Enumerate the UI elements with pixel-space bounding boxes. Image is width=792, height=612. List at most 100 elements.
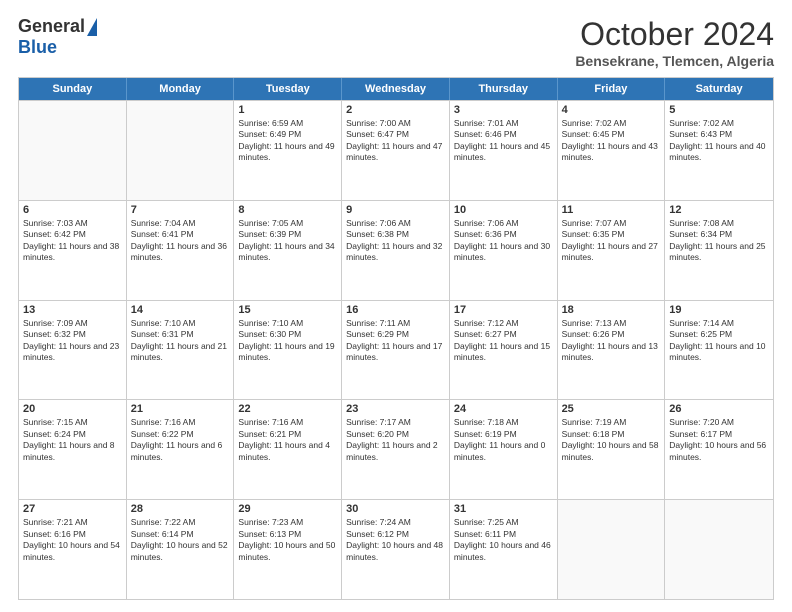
- cal-cell: 7 Sunrise: 7:04 AM Sunset: 6:41 PM Daylig…: [127, 201, 235, 300]
- logo-general-text: General: [18, 16, 85, 37]
- cell-info: Sunrise: 7:01 AM Sunset: 6:46 PM Dayligh…: [454, 118, 553, 164]
- cell-info: Sunrise: 7:20 AM Sunset: 6:17 PM Dayligh…: [669, 417, 769, 463]
- cell-info: Sunrise: 7:02 AM Sunset: 6:45 PM Dayligh…: [562, 118, 661, 164]
- day-number: 11: [562, 204, 661, 216]
- week-row-2: 6Sunrise: 7:03 AM Sunset: 6:42 PM Daylig…: [19, 200, 773, 300]
- day-number: 30: [346, 503, 445, 515]
- cal-cell: 6Sunrise: 7:03 AM Sunset: 6:42 PM Daylig…: [19, 201, 127, 300]
- day-number: 28: [131, 503, 230, 515]
- cell-info: Sunrise: 7:15 AM Sunset: 6:24 PM Dayligh…: [23, 417, 122, 463]
- day-number: 7: [131, 204, 230, 216]
- day-number: 15: [238, 304, 337, 316]
- day-number: 23: [346, 403, 445, 415]
- cell-info: Sunrise: 7:00 AM Sunset: 6:47 PM Dayligh…: [346, 118, 445, 164]
- header-day-sunday: Sunday: [19, 78, 127, 100]
- cell-info: Sunrise: 7:06 AM Sunset: 6:38 PM Dayligh…: [346, 218, 445, 264]
- header-day-thursday: Thursday: [450, 78, 558, 100]
- cal-cell: 17 Sunrise: 7:12 AM Sunset: 6:27 PM Dayli…: [450, 301, 558, 400]
- day-number: 24: [454, 403, 553, 415]
- day-number: 3: [454, 104, 553, 116]
- day-number: 17: [454, 304, 553, 316]
- cal-cell: [19, 101, 127, 200]
- day-number: 16: [346, 304, 445, 316]
- logo-blue-text: Blue: [18, 37, 57, 58]
- location-subtitle: Bensekrane, Tlemcen, Algeria: [575, 53, 774, 69]
- cal-cell: 28 Sunrise: 7:22 AM Sunset: 6:14 PM Dayli…: [127, 500, 235, 599]
- calendar: SundayMondayTuesdayWednesdayThursdayFrid…: [18, 77, 774, 600]
- day-number: 31: [454, 503, 553, 515]
- cell-info: Sunrise: 7:17 AM Sunset: 6:20 PM Dayligh…: [346, 417, 445, 463]
- cal-cell: 29Sunrise: 7:23 AM Sunset: 6:13 PM Dayli…: [234, 500, 342, 599]
- day-number: 1: [238, 104, 337, 116]
- cell-info: Sunrise: 7:24 AM Sunset: 6:12 PM Dayligh…: [346, 517, 445, 563]
- cal-cell: 18 Sunrise: 7:13 AM Sunset: 6:26 PM Dayli…: [558, 301, 666, 400]
- calendar-body: 1 Sunrise: 6:59 AM Sunset: 6:49 PM Daylig…: [19, 100, 773, 599]
- day-number: 8: [238, 204, 337, 216]
- header-day-tuesday: Tuesday: [234, 78, 342, 100]
- cell-info: Sunrise: 7:10 AM Sunset: 6:31 PM Dayligh…: [131, 318, 230, 364]
- cell-info: Sunrise: 7:14 AM Sunset: 6:25 PM Dayligh…: [669, 318, 769, 364]
- day-number: 20: [23, 403, 122, 415]
- header-day-saturday: Saturday: [665, 78, 773, 100]
- week-row-5: 27 Sunrise: 7:21 AM Sunset: 6:16 PM Dayli…: [19, 499, 773, 599]
- header: General Blue October 2024 Bensekrane, Tl…: [18, 16, 774, 69]
- week-row-1: 1 Sunrise: 6:59 AM Sunset: 6:49 PM Daylig…: [19, 100, 773, 200]
- cal-cell: 8 Sunrise: 7:05 AM Sunset: 6:39 PM Daylig…: [234, 201, 342, 300]
- cal-cell: 30 Sunrise: 7:24 AM Sunset: 6:12 PM Dayli…: [342, 500, 450, 599]
- cal-cell: 26 Sunrise: 7:20 AM Sunset: 6:17 PM Dayli…: [665, 400, 773, 499]
- day-number: 21: [131, 403, 230, 415]
- day-number: 25: [562, 403, 661, 415]
- cal-cell: 1 Sunrise: 6:59 AM Sunset: 6:49 PM Daylig…: [234, 101, 342, 200]
- cell-info: Sunrise: 7:12 AM Sunset: 6:27 PM Dayligh…: [454, 318, 553, 364]
- day-number: 29: [238, 503, 337, 515]
- cal-cell: 19 Sunrise: 7:14 AM Sunset: 6:25 PM Dayli…: [665, 301, 773, 400]
- cal-cell: [665, 500, 773, 599]
- day-number: 26: [669, 403, 769, 415]
- cell-info: Sunrise: 7:05 AM Sunset: 6:39 PM Dayligh…: [238, 218, 337, 264]
- day-number: 10: [454, 204, 553, 216]
- day-number: 19: [669, 304, 769, 316]
- cell-info: Sunrise: 7:18 AM Sunset: 6:19 PM Dayligh…: [454, 417, 553, 463]
- day-number: 13: [23, 304, 122, 316]
- cal-cell: 5 Sunrise: 7:02 AM Sunset: 6:43 PM Daylig…: [665, 101, 773, 200]
- cal-cell: 13Sunrise: 7:09 AM Sunset: 6:32 PM Dayli…: [19, 301, 127, 400]
- header-day-monday: Monday: [127, 78, 235, 100]
- logo: General Blue: [18, 16, 97, 58]
- cal-cell: [558, 500, 666, 599]
- cell-info: Sunrise: 7:02 AM Sunset: 6:43 PM Dayligh…: [669, 118, 769, 164]
- day-number: 14: [131, 304, 230, 316]
- cal-cell: 24 Sunrise: 7:18 AM Sunset: 6:19 PM Dayli…: [450, 400, 558, 499]
- day-number: 4: [562, 104, 661, 116]
- cell-info: Sunrise: 7:13 AM Sunset: 6:26 PM Dayligh…: [562, 318, 661, 364]
- cal-cell: 15 Sunrise: 7:10 AM Sunset: 6:30 PM Dayli…: [234, 301, 342, 400]
- cell-info: Sunrise: 7:22 AM Sunset: 6:14 PM Dayligh…: [131, 517, 230, 563]
- cal-cell: 22Sunrise: 7:16 AM Sunset: 6:21 PM Dayli…: [234, 400, 342, 499]
- week-row-4: 20 Sunrise: 7:15 AM Sunset: 6:24 PM Dayli…: [19, 399, 773, 499]
- cell-info: Sunrise: 7:25 AM Sunset: 6:11 PM Dayligh…: [454, 517, 553, 563]
- cell-info: Sunrise: 7:21 AM Sunset: 6:16 PM Dayligh…: [23, 517, 122, 563]
- cell-info: Sunrise: 7:04 AM Sunset: 6:41 PM Dayligh…: [131, 218, 230, 264]
- header-day-friday: Friday: [558, 78, 666, 100]
- day-number: 9: [346, 204, 445, 216]
- cal-cell: 25Sunrise: 7:19 AM Sunset: 6:18 PM Dayli…: [558, 400, 666, 499]
- cell-info: Sunrise: 7:10 AM Sunset: 6:30 PM Dayligh…: [238, 318, 337, 364]
- calendar-header: SundayMondayTuesdayWednesdayThursdayFrid…: [19, 78, 773, 100]
- day-number: 5: [669, 104, 769, 116]
- header-day-wednesday: Wednesday: [342, 78, 450, 100]
- week-row-3: 13Sunrise: 7:09 AM Sunset: 6:32 PM Dayli…: [19, 300, 773, 400]
- cell-info: Sunrise: 7:06 AM Sunset: 6:36 PM Dayligh…: [454, 218, 553, 264]
- cal-cell: 4 Sunrise: 7:02 AM Sunset: 6:45 PM Daylig…: [558, 101, 666, 200]
- cal-cell: 20 Sunrise: 7:15 AM Sunset: 6:24 PM Dayli…: [19, 400, 127, 499]
- day-number: 27: [23, 503, 122, 515]
- cell-info: Sunrise: 6:59 AM Sunset: 6:49 PM Dayligh…: [238, 118, 337, 164]
- cal-cell: 3 Sunrise: 7:01 AM Sunset: 6:46 PM Daylig…: [450, 101, 558, 200]
- cal-cell: 27 Sunrise: 7:21 AM Sunset: 6:16 PM Dayli…: [19, 500, 127, 599]
- cal-cell: 21Sunrise: 7:16 AM Sunset: 6:22 PM Dayli…: [127, 400, 235, 499]
- cell-info: Sunrise: 7:11 AM Sunset: 6:29 PM Dayligh…: [346, 318, 445, 364]
- title-section: October 2024 Bensekrane, Tlemcen, Algeri…: [575, 16, 774, 69]
- cal-cell: 10 Sunrise: 7:06 AM Sunset: 6:36 PM Dayli…: [450, 201, 558, 300]
- day-number: 18: [562, 304, 661, 316]
- month-title: October 2024: [575, 16, 774, 53]
- cal-cell: 14 Sunrise: 7:10 AM Sunset: 6:31 PM Dayli…: [127, 301, 235, 400]
- day-number: 22: [238, 403, 337, 415]
